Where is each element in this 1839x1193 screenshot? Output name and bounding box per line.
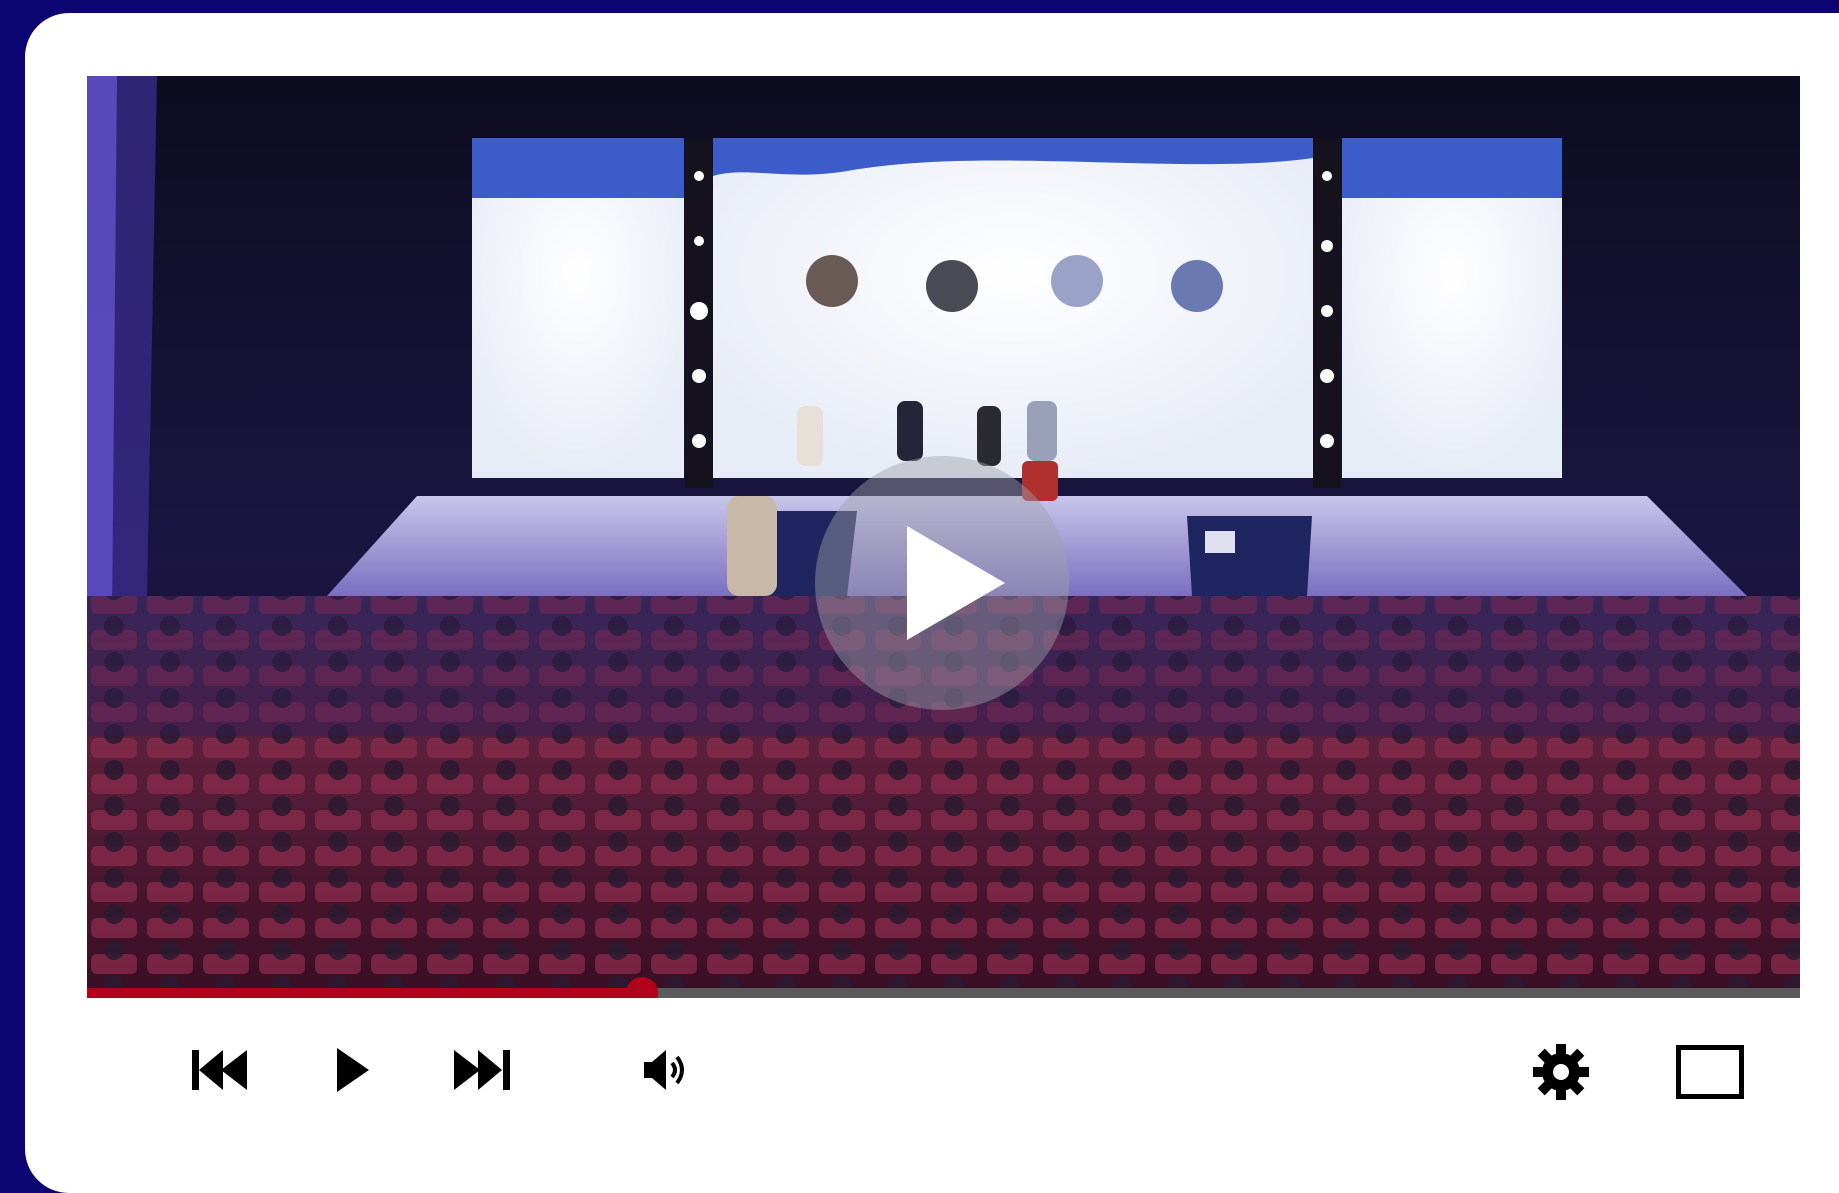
skip-next-icon <box>454 1050 510 1090</box>
control-bar <box>87 998 1800 1102</box>
skip-previous-icon <box>192 1050 247 1090</box>
progress-bar[interactable] <box>87 977 1800 1009</box>
play-icon <box>337 1048 369 1092</box>
big-play-button[interactable] <box>815 456 1069 710</box>
gear-icon <box>1533 1044 1589 1100</box>
volume-button[interactable] <box>644 1050 690 1090</box>
previous-button[interactable] <box>192 1050 248 1090</box>
fullscreen-button[interactable] <box>1676 1045 1744 1099</box>
settings-button[interactable] <box>1533 1044 1589 1100</box>
play-icon <box>907 526 1005 640</box>
next-button[interactable] <box>454 1050 510 1090</box>
progress-played <box>87 988 642 998</box>
play-button[interactable] <box>337 1048 369 1092</box>
fullscreen-icon <box>1676 1045 1744 1099</box>
volume-icon <box>644 1050 684 1090</box>
video-frame[interactable] <box>87 76 1800 988</box>
